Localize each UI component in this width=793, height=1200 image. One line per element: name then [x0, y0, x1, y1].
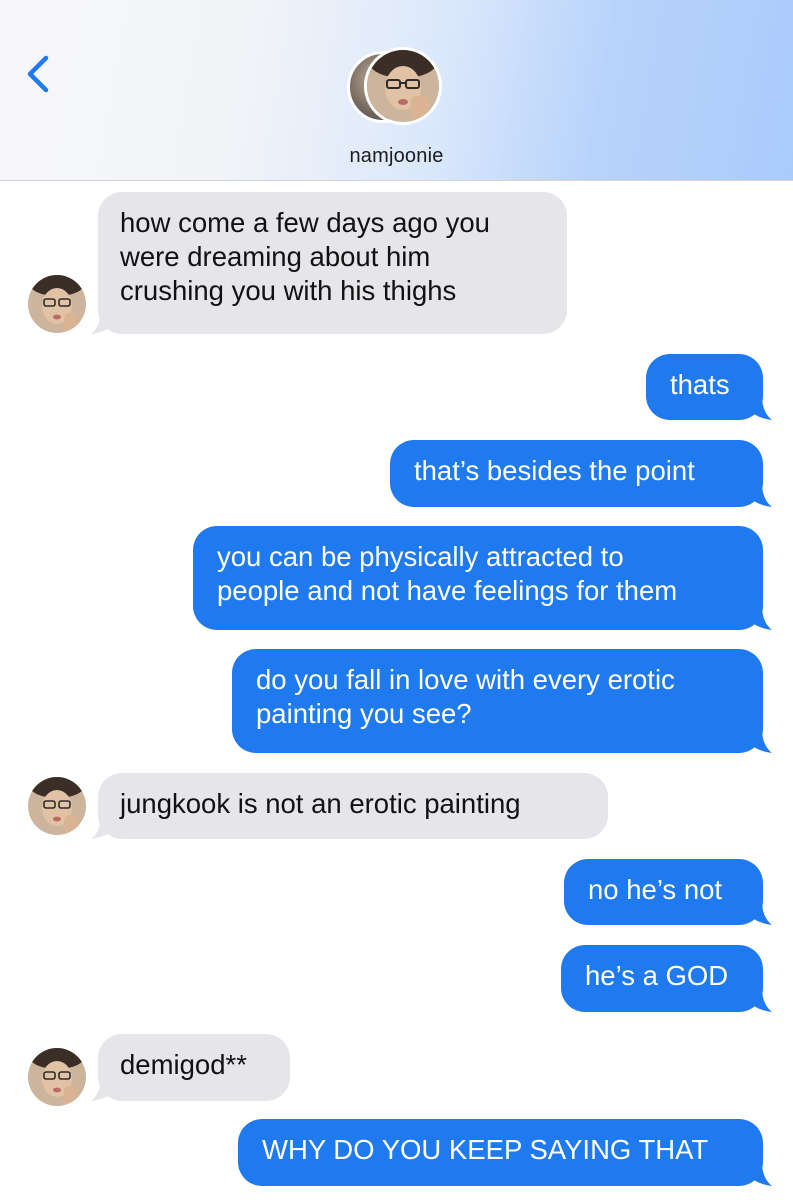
message-bubble-outgoing[interactable]: do you fall in love with every erotic pai…	[232, 649, 763, 753]
conversation-header: namjoonie	[0, 0, 793, 181]
chevron-left-icon	[27, 55, 49, 93]
message-bubble-outgoing[interactable]: he’s a GOD	[561, 945, 763, 1012]
contact-avatar	[364, 47, 442, 125]
message-bubble-outgoing[interactable]: WHY DO YOU KEEP SAYING THAT	[238, 1119, 763, 1186]
message-bubble-incoming[interactable]: jungkook is not an erotic painting	[98, 773, 608, 839]
sender-avatar	[28, 777, 86, 835]
sender-avatar	[28, 275, 86, 333]
message-bubble-outgoing[interactable]: no he’s not	[564, 859, 763, 925]
message-bubble-incoming[interactable]: how come a few days ago you were dreaming…	[98, 192, 567, 334]
contact-name[interactable]: namjoonie	[0, 145, 793, 168]
back-button[interactable]	[22, 50, 62, 98]
message-bubble-outgoing[interactable]: you can be physically attracted to people…	[193, 526, 763, 630]
message-bubble-outgoing[interactable]: that’s besides the point	[390, 440, 763, 507]
message-bubble-incoming[interactable]: demigod**	[98, 1034, 290, 1101]
message-bubble-outgoing[interactable]: thats	[646, 354, 763, 420]
sender-avatar	[28, 1048, 86, 1106]
contact-avatar-group[interactable]	[347, 47, 447, 131]
